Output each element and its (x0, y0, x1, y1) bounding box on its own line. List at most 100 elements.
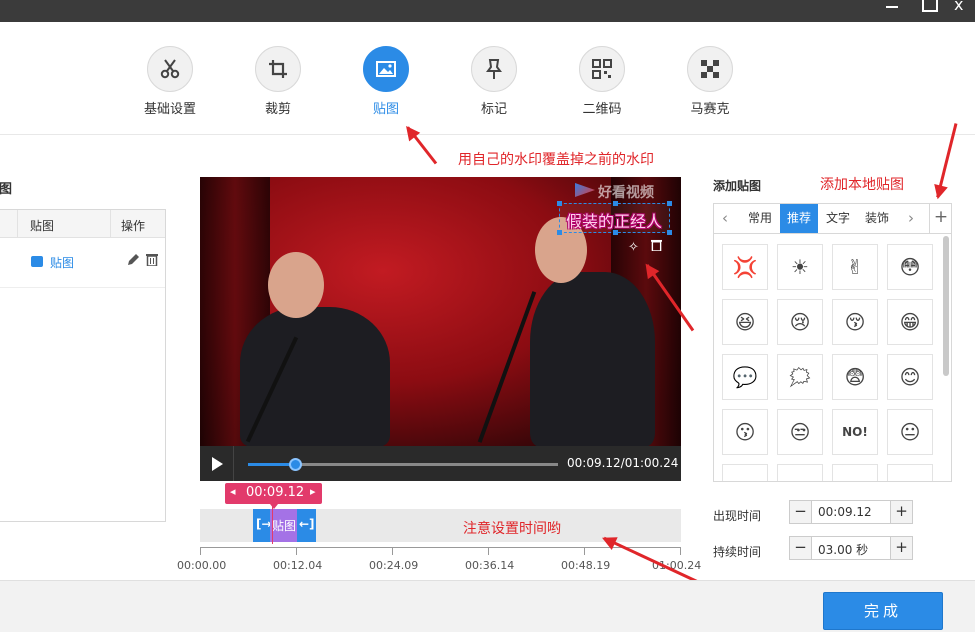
appear-time-decrease-button[interactable]: − (790, 501, 812, 523)
ruler-tick (584, 547, 585, 555)
table-header: 贴图 操作 (0, 210, 165, 238)
tool-qrcode[interactable]: 二维码 (562, 46, 642, 117)
appear-time-stepper: − 00:09.12 + (789, 500, 913, 524)
annotation-add-local: 添加本地贴图 (820, 177, 904, 193)
tool-crop[interactable]: 裁剪 (238, 46, 318, 117)
sticker-text: 假装的正经人 (566, 212, 663, 231)
tool-basic-settings[interactable]: 基础设置 (130, 46, 210, 117)
scrollbar[interactable] (943, 236, 949, 376)
duration-stepper: − 03.00 秒 + (789, 536, 913, 560)
sticker-thumbnail[interactable]: 😊 (887, 354, 933, 400)
sticker-thumbnail[interactable] (832, 464, 878, 481)
sticker-thumbnail[interactable] (777, 464, 823, 481)
annotation-set-time: 注意设置时间哟 (463, 521, 561, 537)
sticker-thumbnail[interactable]: ✌ (832, 244, 878, 290)
tool-sticker[interactable]: 贴图 (346, 46, 426, 117)
tool-label: 二维码 (582, 102, 622, 117)
sticker-thumbnail[interactable]: 🗯 (777, 354, 823, 400)
playhead[interactable] (272, 506, 273, 544)
clip-label: 贴图 (272, 519, 297, 533)
sticker-thumbnail[interactable]: 😚 (832, 299, 878, 345)
sticker-thumbnail[interactable] (722, 464, 768, 481)
resize-handle[interactable] (557, 230, 562, 235)
performer-left-head (268, 252, 324, 318)
sticker-thumbnail[interactable]: 😗 (722, 409, 768, 455)
sticker-thumbnail[interactable] (887, 464, 933, 481)
footer-bar: 完成 (0, 580, 975, 632)
play-icon[interactable] (200, 446, 234, 481)
sticker-thumbnail[interactable]: 😁 (887, 299, 933, 345)
tab-recommended[interactable]: 推荐 (780, 204, 818, 233)
annotation-cover-watermark: 用自己的水印覆盖掉之前的水印 (458, 152, 654, 168)
duration-increase-button[interactable]: + (890, 537, 912, 559)
ruler-tick (680, 547, 681, 555)
tag-right-arrow-icon[interactable]: ▸ (310, 485, 316, 498)
tool-bar: 基础设置 裁剪 贴图 标记 二维码 马赛克 (0, 22, 975, 135)
sticker-overlay[interactable]: 假装的正经人 (557, 201, 672, 235)
sticker-tools: ✧ (628, 239, 670, 255)
progress-fill (248, 463, 295, 466)
sticker-list-title: 贴图 (0, 182, 13, 197)
duration-decrease-button[interactable]: − (790, 537, 812, 559)
done-button[interactable]: 完成 (823, 592, 943, 630)
current-time-tag: ◂ 00:09.12 ▸ (225, 483, 322, 509)
sticker-thumbnail[interactable]: 😳 (887, 244, 933, 290)
sticker-thumbnail[interactable]: ☀ (777, 244, 823, 290)
resize-handle[interactable] (667, 201, 672, 206)
chevron-left-icon[interactable]: ‹ (714, 204, 736, 233)
tool-mosaic[interactable]: 马赛克 (670, 46, 750, 117)
close-icon[interactable]: x (954, 0, 972, 13)
appear-time-label: 出现时间 (713, 509, 762, 523)
resize-handle[interactable] (557, 201, 562, 206)
maximize-icon[interactable] (920, 0, 938, 12)
tab-decoration[interactable]: 装饰 (858, 204, 896, 233)
chevron-right-icon[interactable]: › (900, 204, 922, 233)
pencil-icon[interactable] (127, 253, 140, 269)
tool-label: 裁剪 (264, 102, 291, 117)
player-controls: 00:09.12/01:00.24 (200, 446, 681, 481)
sticker-category-tabs: ‹ 常用 推荐 文字 装饰 › + (713, 203, 952, 234)
sticker-thumbnail[interactable]: 😆 (722, 299, 768, 345)
add-sticker-title: 添加贴图 (713, 179, 762, 193)
tab-text[interactable]: 文字 (819, 204, 857, 233)
tab-common[interactable]: 常用 (741, 204, 779, 233)
appear-time-increase-button[interactable]: + (890, 501, 912, 523)
resize-handle[interactable] (667, 230, 672, 235)
sticker-thumbnail[interactable]: 😨 (832, 354, 878, 400)
sticker-thumbnail[interactable]: NO! (832, 409, 878, 455)
sticker-thumbnail[interactable]: 💢 (722, 244, 768, 290)
progress-slider[interactable] (248, 458, 558, 471)
duration-value[interactable]: 03.00 秒 (818, 541, 868, 558)
image-icon (363, 46, 409, 92)
column-divider (110, 210, 111, 238)
minimize-icon[interactable] (884, 0, 902, 12)
magic-wand-icon[interactable]: ✧ (628, 240, 639, 255)
resize-handle[interactable] (613, 230, 618, 235)
tool-label: 标记 (480, 102, 507, 117)
tag-time: 00:09.12 (246, 485, 305, 500)
appear-time-value[interactable]: 00:09.12 (818, 505, 872, 519)
ruler-tick (200, 547, 201, 555)
sticker-thumbnail[interactable]: 😐 (887, 409, 933, 455)
microphone-stand (477, 291, 537, 443)
clip-end-handle[interactable]: ←] (299, 517, 315, 531)
column-header-actions: 操作 (121, 219, 146, 233)
table-row[interactable]: 贴图 (0, 238, 165, 288)
sticker-thumbnail[interactable]: 💬 (722, 354, 768, 400)
tool-mark[interactable]: 标记 (454, 46, 534, 117)
trash-icon[interactable] (651, 239, 663, 255)
progress-knob[interactable] (288, 458, 302, 471)
sticker-clip[interactable]: [→ 贴图 ←] (253, 509, 316, 542)
add-local-sticker-button[interactable]: + (929, 204, 952, 233)
sticker-thumbnail[interactable]: 😒 (777, 409, 823, 455)
ruler-tick-label: 00:00.00 (177, 559, 227, 572)
video-preview[interactable]: 好看视频 假装的正经人 ✧ 00:09.12/01:00.24 (200, 177, 681, 481)
tag-left-arrow-icon[interactable]: ◂ (230, 485, 236, 498)
sticker-thumbnail[interactable]: 😢 (777, 299, 823, 345)
title-bar: x (0, 0, 975, 22)
row-sticker-name[interactable]: 贴图 (50, 254, 74, 271)
crop-icon (255, 46, 301, 92)
trash-icon[interactable] (146, 253, 158, 269)
resize-handle[interactable] (613, 201, 618, 206)
ruler-tick (392, 547, 393, 555)
